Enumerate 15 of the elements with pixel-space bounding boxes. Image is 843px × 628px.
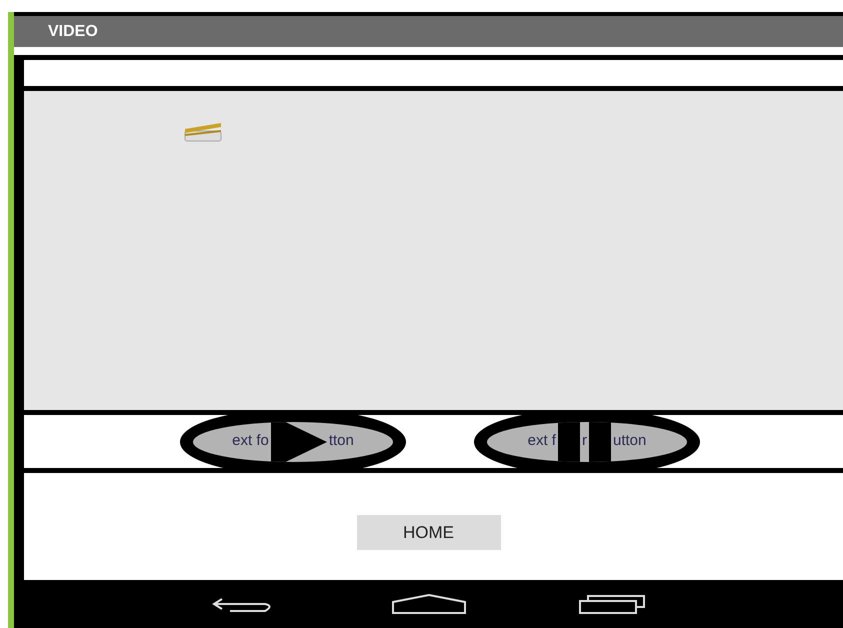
home-button[interactable]: HOME [356,515,500,550]
pause-bar-icon [588,422,611,462]
button-label: tton [328,431,354,452]
button-label: ext fo [232,431,269,452]
home-icon[interactable] [390,593,466,615]
input-field[interactable] [24,60,843,86]
button-label: ext f [528,431,556,452]
pause-button[interactable]: ext f r utton [474,415,700,468]
play-button[interactable]: ext fo tton [180,415,406,468]
window-title: VIDEO [48,22,98,42]
recent-apps-icon[interactable] [578,593,648,615]
clapperboard-icon [184,121,224,143]
button-label: r [582,431,587,452]
button-label: utton [612,431,646,452]
pause-bar-icon [558,422,580,462]
